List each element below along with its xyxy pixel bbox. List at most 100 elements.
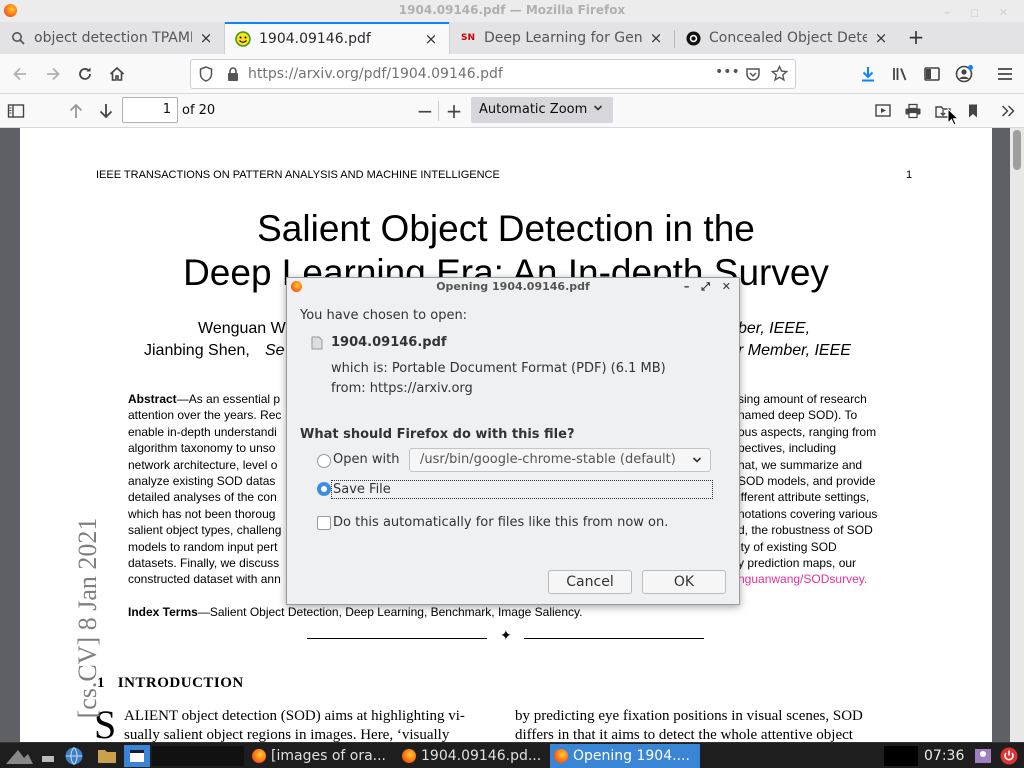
shield-icon[interactable] <box>199 66 213 86</box>
presentation-mode-icon[interactable] <box>871 99 895 123</box>
home-button[interactable] <box>105 62 129 86</box>
abstract-line: named deep SOD). To <box>738 408 858 423</box>
body-text-line: by predicting eye fixation positions in … <box>515 708 863 724</box>
dialog-window-controls[interactable]: – ⤢ ✕ <box>684 278 735 296</box>
ok-button[interactable]: OK <box>642 570 726 594</box>
abstract-line: network architecture, level o <box>128 457 278 472</box>
save-file-radio[interactable] <box>317 482 331 496</box>
pocket-icon[interactable] <box>745 66 761 86</box>
abstract-line: ous aspects, ranging from <box>738 424 877 439</box>
print-icon[interactable] <box>901 99 925 123</box>
zoom-in-button[interactable]: + <box>442 99 466 123</box>
url-text[interactable]: https://arxiv.org/pdf/1904.09146.pdf <box>248 66 503 82</box>
save-file-focus-box[interactable]: Save File <box>331 480 713 499</box>
body-text-line: differs in that it aims to detect the wh… <box>515 727 853 742</box>
forward-button[interactable] <box>41 62 65 86</box>
file-manager-icon[interactable] <box>97 746 117 766</box>
body-text-line: ALIENT object detection (SOD) aims at hi… <box>124 708 465 724</box>
tab-object-detection[interactable]: object detection TPAMI ja × <box>0 22 224 54</box>
toggle-sidebar-icon[interactable] <box>4 99 28 123</box>
vertical-scrollbar[interactable] <box>1010 128 1024 742</box>
save-file-label[interactable]: Save File <box>333 482 391 497</box>
browser-globe-icon[interactable] <box>64 746 84 766</box>
library-icon[interactable] <box>888 62 912 86</box>
github-link[interactable]: nguanwang/SODsurvey. <box>738 571 877 587</box>
arxiv-stamp: [cs.CV] 8 Jan 2021 <box>73 517 102 719</box>
close-icon[interactable]: × <box>648 29 664 47</box>
account-icon[interactable] <box>952 62 976 86</box>
author-line-2-italic: Se <box>265 342 285 359</box>
system-tray[interactable] <box>884 746 918 766</box>
next-page-icon[interactable] <box>94 99 118 123</box>
download-dialog: Opening 1904.09146.pdf – ⤢ ✕ You have ch… <box>286 277 740 605</box>
close-icon[interactable]: × <box>198 29 214 47</box>
github-icon <box>685 30 701 46</box>
window-controls[interactable]: – ◻ ✕ <box>944 2 1016 23</box>
tab-deep-learning[interactable]: SN Deep Learning for Gener × <box>450 22 674 54</box>
firefox-icon <box>252 749 266 763</box>
taskbar: [images of ora... 1904.09146.pd... Openi… <box>0 742 1024 768</box>
taskbar-task-label: Opening 1904.... <box>573 748 690 764</box>
scrollbar-thumb[interactable] <box>1013 130 1021 170</box>
taskbar-task[interactable]: [images of ora... <box>248 744 394 768</box>
abstract-line: analyze existing SOD datas <box>128 474 276 489</box>
auto-action-label[interactable]: Do this automatically for files like thi… <box>333 515 668 530</box>
zoom-select[interactable]: Automatic Zoom <box>471 97 613 123</box>
cancel-button[interactable]: Cancel <box>548 570 632 594</box>
journal-header: IEEE TRANSACTIONS ON PATTERN ANALYSIS AN… <box>96 169 500 181</box>
abstract-line: SOD models, and provide <box>738 474 876 489</box>
chevron-down-icon <box>593 97 603 123</box>
taskbar-task[interactable]: 1904.09146.pd... <box>398 744 546 768</box>
window-list-icon[interactable] <box>124 745 150 767</box>
url-bar[interactable]: https://arxiv.org/pdf/1904.09146.pdf ••• <box>190 59 796 89</box>
pdf-toolbar: 1 of 20 − + Automatic Zoom <box>0 94 1024 128</box>
divider-rule <box>524 638 704 639</box>
power-icon[interactable] <box>1000 746 1018 766</box>
lock-icon[interactable] <box>227 66 239 86</box>
abstract-line: pectives, including <box>738 441 837 456</box>
open-with-app-value: /usr/bin/google-chrome-stable (default) <box>420 452 676 467</box>
body-text-line: sually salient object regions in images.… <box>124 727 450 742</box>
abstract-line: which has not been thoroug <box>128 506 276 521</box>
zoom-out-button[interactable]: − <box>413 99 437 123</box>
show-desktop-icon[interactable] <box>40 746 56 766</box>
close-icon[interactable]: × <box>423 30 439 48</box>
action-question: What should Firefox do with this file? <box>300 427 575 442</box>
auto-action-checkbox[interactable] <box>317 516 331 530</box>
bookmark-star-icon[interactable] <box>770 64 789 86</box>
dialog-titlebar: Opening 1904.09146.pdf – ⤢ ✕ <box>287 278 739 296</box>
abstract-line: algorithm taxonomy to unso <box>128 441 276 456</box>
open-with-app-select[interactable]: /usr/bin/google-chrome-stable (default) <box>409 448 711 472</box>
clock[interactable]: 07:36 <box>924 746 964 766</box>
tab-pdf[interactable]: 1904.09146.pdf × <box>225 22 449 54</box>
page-number-input[interactable]: 1 <box>122 97 178 123</box>
file-type: which is: Portable Document Format (PDF)… <box>331 361 666 376</box>
mouse-cursor-icon <box>947 107 960 130</box>
abstract-heading: Abstract <box>128 392 177 406</box>
abstract-line: enable in-depth understandi <box>128 424 277 439</box>
file-icon <box>311 336 323 354</box>
window-title: 1904.09146.pdf — Mozilla Firefox <box>398 3 626 17</box>
start-menu-icon[interactable] <box>4 746 34 766</box>
new-tab-button[interactable]: + <box>904 22 928 54</box>
downloads-icon[interactable] <box>856 62 880 86</box>
bookmark-icon[interactable] <box>961 99 985 123</box>
page-actions-icon[interactable]: ••• <box>715 64 740 80</box>
sidebar-toggle-icon[interactable] <box>920 62 944 86</box>
abstract-line: hat, we summarize and <box>738 457 863 472</box>
tab-label: Concealed Object Detect <box>709 30 867 46</box>
zoom-select-value: Automatic Zoom <box>479 102 588 117</box>
open-with-label[interactable]: Open with <box>333 452 399 467</box>
close-icon[interactable]: × <box>873 29 889 47</box>
user-icon[interactable] <box>974 746 992 766</box>
workspace-pager[interactable] <box>152 746 244 766</box>
hamburger-menu-icon[interactable] <box>993 62 1017 86</box>
back-button[interactable] <box>8 62 32 86</box>
taskbar-task-active[interactable]: Opening 1904.... <box>550 744 700 768</box>
navigation-toolbar: https://arxiv.org/pdf/1904.09146.pdf ••• <box>0 54 1024 94</box>
tools-chevron-icon[interactable] <box>996 99 1020 123</box>
tab-concealed-object[interactable]: Concealed Object Detect × <box>675 22 899 54</box>
previous-page-icon[interactable] <box>64 99 88 123</box>
open-with-radio[interactable] <box>317 454 331 468</box>
reload-button[interactable] <box>73 62 97 86</box>
